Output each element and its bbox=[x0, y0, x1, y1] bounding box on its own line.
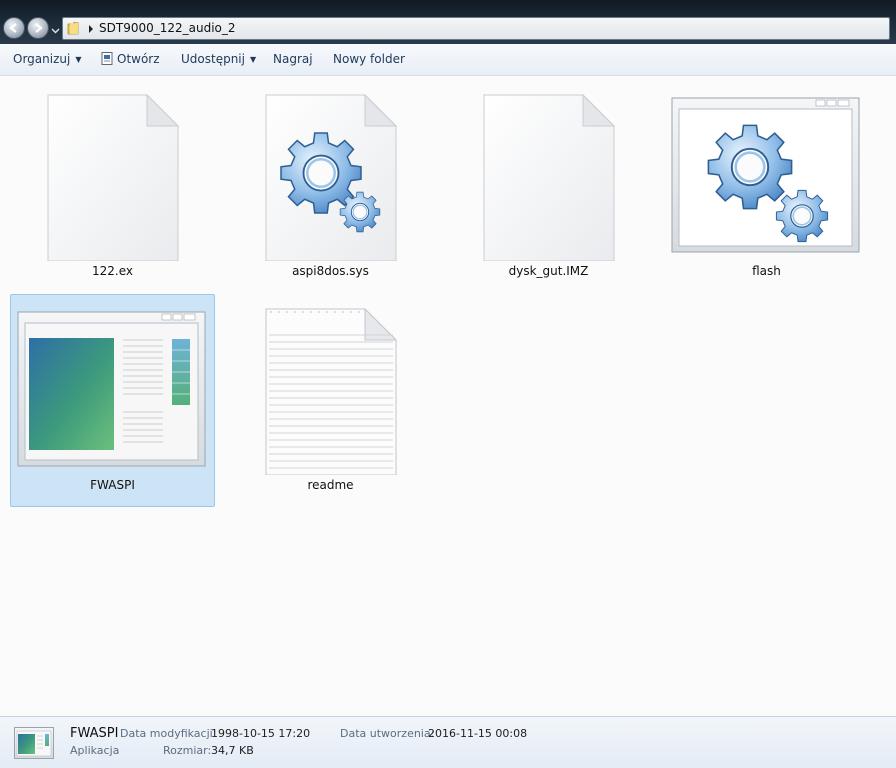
breadcrumb-separator-icon[interactable] bbox=[87, 23, 95, 37]
application-gears-icon bbox=[671, 97, 860, 253]
file-item-readme[interactable]: readme bbox=[228, 294, 433, 507]
arrow-right-icon bbox=[35, 23, 43, 33]
organize-label: Organizuj bbox=[13, 52, 71, 66]
details-file-type: Aplikacja bbox=[70, 744, 120, 757]
open-button[interactable]: Otwórz bbox=[101, 44, 160, 75]
file-name: flash bbox=[752, 264, 781, 278]
file-item-122-ex[interactable]: 122.ex bbox=[10, 80, 215, 293]
file-item-aspi8dos-sys[interactable]: aspi8dos.sys bbox=[228, 80, 433, 293]
organize-button[interactable]: Organizuj ▼ bbox=[13, 44, 81, 75]
chevron-down-icon bbox=[51, 28, 60, 34]
details-pane: FWASPI Aplikacja Data modyfikacji: 1998-… bbox=[0, 716, 896, 768]
file-name: 122.ex bbox=[92, 264, 133, 278]
file-name: FWASPI bbox=[90, 478, 135, 492]
address-bar[interactable]: SDT9000_122_audio_2 bbox=[62, 17, 890, 40]
burn-label: Nagraj bbox=[273, 52, 313, 66]
recent-pages-dropdown[interactable] bbox=[51, 24, 60, 34]
details-modified-value: 1998-10-15 17:20 bbox=[211, 727, 311, 740]
file-list-view[interactable]: 122.ex aspi8dos.sys dysk_gut.IMZ flash F… bbox=[0, 76, 896, 716]
new-folder-button[interactable]: Nowy folder bbox=[333, 44, 405, 75]
application-window-icon bbox=[17, 311, 206, 467]
blank-file-icon bbox=[483, 93, 616, 262]
application-window-icon bbox=[14, 727, 54, 762]
system-file-gears-icon bbox=[265, 93, 398, 262]
arrow-left-icon bbox=[9, 23, 17, 33]
details-size-value: 34,7 KB bbox=[211, 744, 254, 757]
title-bar: SDT9000_122_audio_2 bbox=[0, 0, 896, 44]
file-item-fwaspi[interactable]: FWASPI bbox=[10, 294, 215, 507]
details-created-value: 2016-11-15 00:08 bbox=[428, 727, 528, 740]
text-document-icon bbox=[265, 307, 398, 476]
details-created-label: Data utworzenia: bbox=[340, 727, 435, 740]
command-bar: Organizuj ▼ Otwórz Udostępnij ▼ Nagraj Now… bbox=[0, 44, 896, 76]
file-name: dysk_gut.IMZ bbox=[508, 264, 589, 278]
folder-icon bbox=[67, 20, 83, 39]
details-file-name: FWASPI bbox=[70, 726, 119, 741]
forward-button[interactable] bbox=[27, 17, 49, 39]
share-label: Udostępnij bbox=[181, 52, 245, 66]
file-item-flash[interactable]: flash bbox=[664, 80, 869, 293]
dropdown-arrow-icon: ▼ bbox=[249, 55, 257, 64]
blank-file-icon bbox=[47, 93, 180, 262]
open-label: Otwórz bbox=[117, 52, 160, 66]
new-folder-label: Nowy folder bbox=[333, 52, 405, 66]
share-button[interactable]: Udostępnij ▼ bbox=[181, 44, 256, 75]
breadcrumb-current-folder[interactable]: SDT9000_122_audio_2 bbox=[99, 21, 236, 35]
details-size-label: Rozmiar: bbox=[163, 744, 212, 757]
open-document-icon bbox=[101, 52, 113, 65]
file-item-dysk-gut-imz[interactable]: dysk_gut.IMZ bbox=[446, 80, 651, 293]
file-name: readme bbox=[307, 478, 354, 492]
burn-button[interactable]: Nagraj bbox=[273, 44, 313, 75]
dropdown-arrow-icon: ▼ bbox=[75, 55, 82, 64]
file-name: aspi8dos.sys bbox=[292, 264, 369, 278]
details-modified-label: Data modyfikacji: bbox=[120, 727, 217, 740]
back-button[interactable] bbox=[3, 17, 25, 39]
